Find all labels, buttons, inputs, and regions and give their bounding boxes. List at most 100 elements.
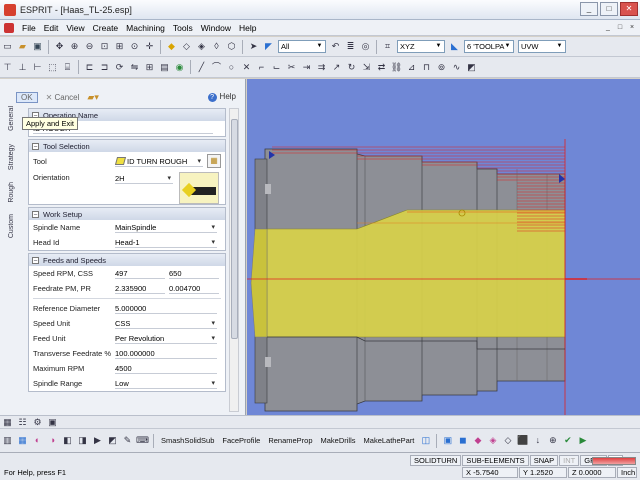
select-arrow-icon[interactable]: ➤ <box>247 40 260 53</box>
sim-stock-icon[interactable]: ◆ <box>471 434 484 447</box>
rename-prop-button[interactable]: RenameProp <box>264 436 316 445</box>
face-profile-button[interactable]: FaceProfile <box>218 436 264 445</box>
grid-icon[interactable]: ⊞ <box>143 61 156 74</box>
menu-help[interactable]: Help <box>235 23 260 33</box>
zoom-previous-icon[interactable]: ⊙ <box>128 40 141 53</box>
rotate-icon[interactable]: ✛ <box>143 40 156 53</box>
measure-icon[interactable]: ◐ <box>31 434 44 447</box>
zoom-out-icon[interactable]: ⊖ <box>83 40 96 53</box>
extend-icon[interactable]: ⇥ <box>300 61 313 74</box>
open-folder-icon[interactable]: ▰ <box>16 40 29 53</box>
properties-icon[interactable]: ◧ <box>61 434 74 447</box>
trim-icon[interactable]: ✂ <box>285 61 298 74</box>
collapse-icon[interactable]: – <box>32 256 39 264</box>
menu-create[interactable]: Create <box>89 23 123 33</box>
layer-combo[interactable]: All ▼ <box>278 40 326 53</box>
circle-icon[interactable]: ○ <box>225 61 238 74</box>
fillet-icon[interactable]: ⌐ <box>255 61 268 74</box>
display-icon[interactable]: ⬡ <box>225 40 238 53</box>
offset-icon[interactable]: ⇉ <box>315 61 328 74</box>
orientation-select[interactable]: 2H <box>115 173 173 184</box>
view-side-icon[interactable]: ⊢ <box>31 61 44 74</box>
verify-icon[interactable]: ◩ <box>106 434 119 447</box>
mdi-restore-button[interactable]: □ <box>614 22 626 33</box>
current-color-swatch[interactable] <box>592 457 636 465</box>
status-int[interactable]: INT <box>559 455 580 466</box>
tab-strategy[interactable]: Strategy <box>8 144 26 170</box>
pocket-icon[interactable]: ⊓ <box>420 61 433 74</box>
sim-step-icon[interactable]: ◼ <box>456 434 469 447</box>
sim-path-icon[interactable]: ◇ <box>501 434 514 447</box>
hidden-line-icon[interactable]: ◈ <box>195 40 208 53</box>
analyze-icon[interactable]: ◨ <box>76 434 89 447</box>
maximize-button[interactable]: □ <box>600 2 618 16</box>
collapse-icon[interactable]: – <box>32 142 39 150</box>
play-icon[interactable]: ▶ <box>576 434 589 447</box>
plane-combo[interactable]: XYZ ▼ <box>397 40 445 53</box>
graphics-viewport[interactable] <box>247 79 640 415</box>
sim-start-icon[interactable]: ▣ <box>441 434 454 447</box>
mdi-minimize-button[interactable]: _ <box>602 22 614 33</box>
sim-zoom-icon[interactable]: ⊕ <box>546 434 559 447</box>
view-top-icon[interactable]: ⊥ <box>16 61 29 74</box>
feed-unit-select[interactable]: Per Revolution <box>115 333 217 344</box>
smash-solid-sub-button[interactable]: SmashSolidSub <box>157 436 218 445</box>
line-icon[interactable]: ╱ <box>195 61 208 74</box>
feature-manager-icon[interactable]: ▣ <box>46 416 59 429</box>
tab-rough[interactable]: Rough <box>8 182 26 203</box>
menu-window[interactable]: Window <box>197 23 235 33</box>
scale-icon[interactable]: ⇲ <box>360 61 373 74</box>
zoom-in-icon[interactable]: ⊕ <box>68 40 81 53</box>
mirror-icon[interactable]: ⇄ <box>375 61 388 74</box>
pan-icon[interactable]: ✥ <box>53 40 66 53</box>
head-id-select[interactable]: Head-1 <box>115 237 217 248</box>
menu-machining[interactable]: Machining <box>122 23 169 33</box>
target-icon[interactable]: ◎ <box>359 40 372 53</box>
toolpath-combo[interactable]: 6 'TOOLPA ▼ <box>464 40 514 53</box>
mirror-view-icon[interactable]: ⇋ <box>128 61 141 74</box>
contour-icon[interactable]: ∿ <box>450 61 463 74</box>
chain-icon[interactable]: ⛓ <box>390 61 403 74</box>
info-icon[interactable]: ◑ <box>46 434 59 447</box>
undo-icon[interactable]: ↶ <box>329 40 342 53</box>
menu-tools[interactable]: Tools <box>169 23 197 33</box>
tool-select[interactable]: ID TURN ROUGH <box>114 156 203 167</box>
tab-custom[interactable]: Custom <box>8 214 26 238</box>
translate-icon[interactable]: ↗ <box>330 61 343 74</box>
layers-icon[interactable]: ≣ <box>344 40 357 53</box>
work-plane-icon[interactable]: ⌗ <box>381 40 394 53</box>
arc-icon[interactable]: ⌒ <box>210 61 223 74</box>
hole-icon[interactable]: ⊚ <box>435 61 448 74</box>
tool-library-icon[interactable]: ▦ <box>207 154 221 168</box>
cancel-button[interactable]: Cancel <box>46 93 80 102</box>
view-iso-icon[interactable]: ⬚ <box>46 61 59 74</box>
close-button[interactable]: ✕ <box>620 2 638 16</box>
color-icon[interactable]: ▦ <box>16 434 29 447</box>
css-input[interactable]: 650 <box>169 268 219 279</box>
zoom-window-icon[interactable]: ⊡ <box>98 40 111 53</box>
shade-icon[interactable]: ◆ <box>165 40 178 53</box>
point-icon[interactable]: ✕ <box>240 61 253 74</box>
dialog-scrollbar[interactable] <box>229 108 239 412</box>
make-drills-button[interactable]: MakeDrills <box>317 436 360 445</box>
view-front-icon[interactable]: ⊤ <box>1 61 14 74</box>
lathe-view-icon[interactable]: ⊏ <box>83 61 96 74</box>
nc-code-icon[interactable]: ⌨ <box>136 434 149 447</box>
view-mode-icon[interactable]: ◊ <box>210 40 223 53</box>
project-manager-icon[interactable]: ▦ <box>1 416 14 429</box>
scrollbar-thumb[interactable] <box>231 119 238 339</box>
reference-diameter-input[interactable]: 5.000000 <box>115 303 217 314</box>
rotate-element-icon[interactable]: ↻ <box>345 61 358 74</box>
speed-rpm-input[interactable]: 497 <box>115 268 165 279</box>
simulate-icon[interactable]: ▶ <box>91 434 104 447</box>
view-custom-icon[interactable]: ⌸ <box>61 61 74 74</box>
surface-icon[interactable]: ◩ <box>465 61 478 74</box>
make-lathe-part-button[interactable]: MakeLathePart <box>360 436 419 445</box>
menu-file[interactable]: File <box>18 23 40 33</box>
rotate-view-icon[interactable]: ⟳ <box>113 61 126 74</box>
save-icon[interactable]: ▣ <box>31 40 44 53</box>
menu-edit[interactable]: Edit <box>40 23 63 33</box>
status-snap[interactable]: SNAP <box>529 455 559 466</box>
chart-icon[interactable]: ▥ <box>1 434 14 447</box>
sim-speed-icon[interactable]: ↓ <box>531 434 544 447</box>
